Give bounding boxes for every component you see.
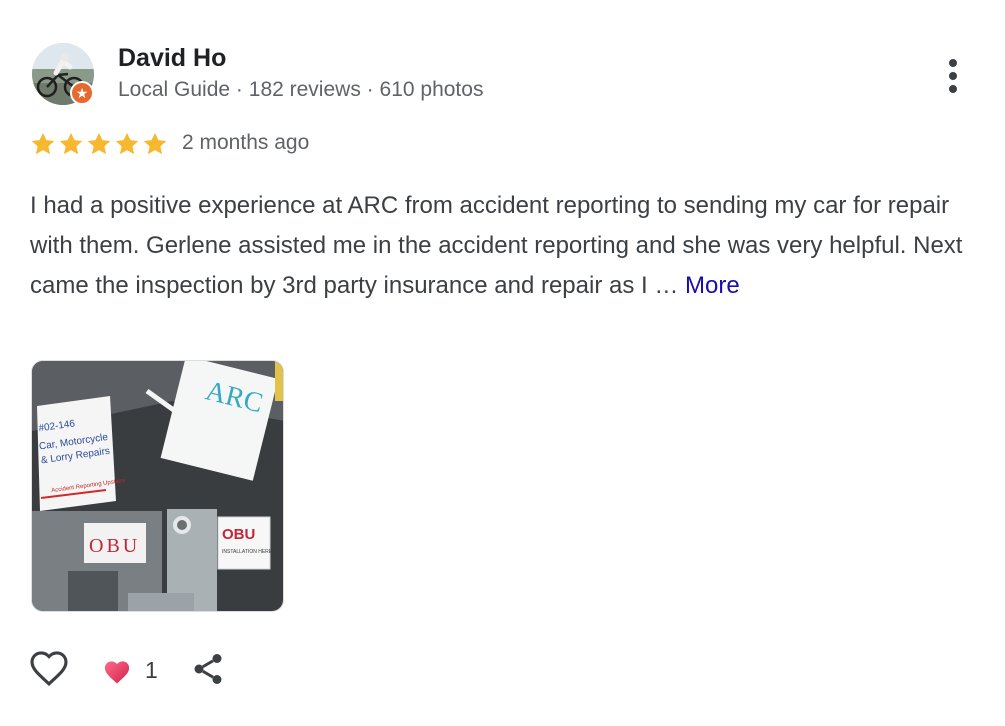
review-photo[interactable]: ARC #02-146 Car, Motorcycle & Lorry Repa… <box>31 360 284 612</box>
reviewer-review-count: 182 reviews <box>248 78 361 101</box>
meta-separator: · <box>235 78 243 101</box>
more-dot-icon <box>949 85 957 93</box>
star-icon <box>87 132 111 155</box>
star-icon <box>143 132 167 155</box>
love-reaction-icon <box>104 661 130 684</box>
more-link[interactable]: More <box>685 272 740 299</box>
reviewer-meta: Local Guide · 182 reviews · 610 photos <box>118 78 483 102</box>
review-text-block: I had a positive experience at ARC from … <box>30 186 980 306</box>
star-rating <box>29 130 169 158</box>
reviewer-badge: Local Guide <box>118 78 231 101</box>
share-icon[interactable] <box>190 650 226 688</box>
reviewer-photo-count: 610 photos <box>379 78 484 101</box>
more-dot-icon <box>949 72 957 80</box>
star-icon <box>59 132 83 155</box>
more-options-button[interactable] <box>938 56 970 96</box>
review-actions: 1 <box>28 648 288 692</box>
reaction-count: 1 <box>145 657 158 683</box>
photo-obu-right: OBU <box>222 526 255 543</box>
more-dot-icon <box>949 59 957 67</box>
local-guide-badge-icon: ★ <box>70 81 94 105</box>
review-time: 2 months ago <box>182 131 310 154</box>
star-icon <box>31 132 55 155</box>
star-icon <box>115 132 139 155</box>
like-heart-icon[interactable] <box>28 648 70 690</box>
photo-obu-left: OBU <box>89 535 140 557</box>
reviewer-name[interactable]: David Ho <box>118 44 226 73</box>
photo-obu-sub: INSTALLATION HERE <box>222 549 273 555</box>
meta-separator: · <box>366 78 374 101</box>
photo-image: ARC #02-146 Car, Motorcycle & Lorry Repa… <box>32 361 283 611</box>
review-text: I had a positive experience at ARC from … <box>30 192 963 299</box>
